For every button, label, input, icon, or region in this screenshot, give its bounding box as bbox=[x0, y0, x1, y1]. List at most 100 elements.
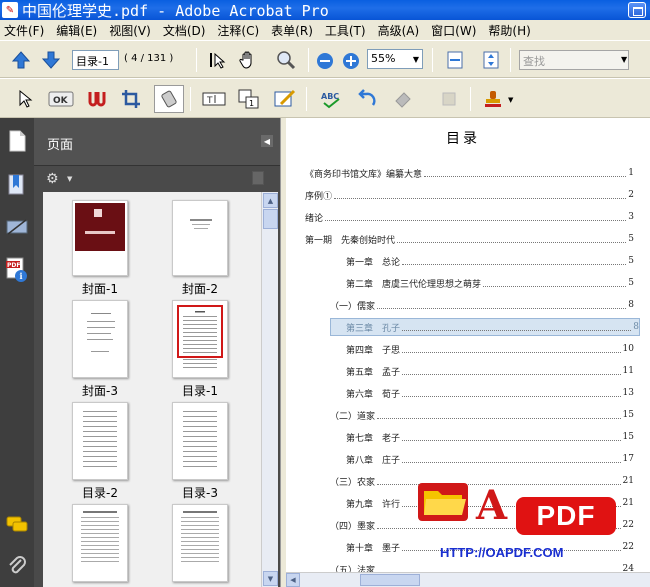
document-view[interactable]: 目录 《商务印书馆文库》编纂大意 1 序例① 2 绪论 3 第一期 先秦创始时代 5 第一章 总… bbox=[286, 118, 650, 587]
toc-label: 序例① bbox=[305, 191, 333, 202]
fit-width-icon[interactable] bbox=[444, 49, 466, 71]
toolbar-separator bbox=[470, 87, 471, 111]
toc-leader bbox=[377, 483, 621, 485]
trash-icon[interactable] bbox=[252, 171, 264, 185]
toc-label: 第一期 先秦创始时代 bbox=[305, 235, 396, 246]
undo-icon[interactable] bbox=[356, 88, 378, 110]
scroll-thumb[interactable] bbox=[263, 209, 278, 229]
page-thumbnail[interactable] bbox=[72, 300, 128, 378]
menu-advanced[interactable]: 高级(A) bbox=[372, 22, 426, 39]
next-page-icon[interactable] bbox=[40, 49, 62, 71]
toc-entry[interactable]: 第八章 庄子 17 bbox=[346, 450, 634, 468]
toc-entry[interactable]: 第九章 许行 21 bbox=[346, 494, 634, 512]
toc-label: （二）道家 bbox=[330, 411, 376, 422]
page-number-input[interactable]: 目录-1 bbox=[72, 50, 119, 70]
thumbnail-label: 目录-3 bbox=[182, 486, 218, 500]
zoom-out-icon[interactable] bbox=[314, 50, 336, 72]
toc-entry[interactable]: （二）道家 15 bbox=[330, 406, 634, 424]
thumbnail-label: 封面-3 bbox=[82, 384, 118, 398]
menu-help[interactable]: 帮助(H) bbox=[482, 22, 536, 39]
form-field-icon[interactable]: 1 bbox=[238, 88, 260, 110]
crop-tool-icon[interactable] bbox=[120, 88, 142, 110]
toc-entry[interactable]: 第五章 孟子 11 bbox=[346, 362, 634, 380]
thumbnail-scrollbar[interactable]: ▲ ▼ bbox=[261, 192, 278, 587]
zoom-tool-icon[interactable] bbox=[275, 49, 297, 71]
select-object-icon[interactable] bbox=[14, 88, 36, 110]
document-hscrollbar[interactable]: ◀ bbox=[286, 572, 650, 587]
page-thumbnail[interactable] bbox=[72, 504, 128, 582]
page-thumbnail-selected[interactable] bbox=[172, 300, 228, 378]
toc-entry[interactable]: 第三章 孔子 8 bbox=[330, 318, 640, 336]
link-tool-icon[interactable] bbox=[86, 88, 108, 110]
menu-comments[interactable]: 注释(C) bbox=[211, 22, 265, 39]
find-input[interactable]: 查找 bbox=[519, 50, 629, 70]
edit-form-icon[interactable] bbox=[274, 88, 296, 110]
zoom-select[interactable]: 55% ▼ bbox=[367, 49, 423, 69]
toc-leader bbox=[334, 197, 627, 199]
toc-entry[interactable]: 第一期 先秦创始时代 5 bbox=[305, 230, 634, 248]
toc-label: 第四章 子思 bbox=[346, 345, 401, 356]
menu-document[interactable]: 文档(D) bbox=[157, 22, 212, 39]
scroll-left-icon[interactable]: ◀ bbox=[286, 573, 300, 587]
stamp-dropdown-icon[interactable]: ▼ bbox=[508, 96, 513, 104]
maximize-button[interactable] bbox=[628, 2, 646, 18]
page-thumbnail[interactable] bbox=[172, 402, 228, 480]
text-field-icon[interactable]: T bbox=[202, 88, 226, 110]
find-dropdown-icon[interactable]: ▼ bbox=[621, 55, 627, 64]
toc-entry[interactable]: 绪论 3 bbox=[305, 208, 634, 226]
toc-label: 第八章 庄子 bbox=[346, 455, 401, 466]
menu-edit[interactable]: 编辑(E) bbox=[50, 22, 103, 39]
menu-view[interactable]: 视图(V) bbox=[103, 22, 157, 39]
tools-toolbar: OK T 1 ABC ▼ bbox=[0, 78, 650, 118]
toc-entry[interactable]: 第一章 总论 5 bbox=[346, 252, 634, 270]
page-thumbnail[interactable] bbox=[172, 504, 228, 582]
menu-file[interactable]: 文件(F) bbox=[0, 22, 50, 39]
spell-check-icon[interactable]: ABC bbox=[320, 88, 342, 110]
toc-entry[interactable]: 第十章 墨子 22 bbox=[346, 538, 634, 556]
ok-button-icon[interactable]: OK bbox=[48, 88, 74, 110]
svg-text:T: T bbox=[206, 96, 213, 106]
attachments-icon[interactable] bbox=[6, 554, 28, 576]
eraser-icon[interactable] bbox=[392, 88, 414, 110]
toolbar-separator bbox=[432, 48, 433, 72]
toc-entry[interactable]: 序例① 2 bbox=[305, 186, 634, 204]
menu-forms[interactable]: 表单(R) bbox=[265, 22, 319, 39]
select-text-icon[interactable] bbox=[205, 49, 227, 71]
comments-icon[interactable] bbox=[6, 514, 28, 536]
toc-entry[interactable]: 第七章 老子 15 bbox=[346, 428, 634, 446]
gear-icon[interactable]: ⚙ bbox=[46, 171, 59, 187]
bookmarks-icon[interactable] bbox=[6, 174, 28, 196]
scroll-thumb[interactable] bbox=[360, 574, 420, 586]
toc-page-number: 5 bbox=[628, 256, 634, 266]
menu-tools[interactable]: 工具(T) bbox=[319, 22, 372, 39]
fit-page-icon[interactable] bbox=[480, 49, 502, 71]
toc-entry[interactable]: 第四章 子思 10 bbox=[346, 340, 634, 358]
chevron-down-icon[interactable]: ▼ bbox=[410, 50, 422, 68]
zoom-in-icon[interactable] bbox=[340, 50, 362, 72]
toc-leader bbox=[424, 175, 627, 177]
toc-entry[interactable]: （一）儒家 8 bbox=[330, 296, 634, 314]
pages-panel-icon[interactable] bbox=[6, 130, 28, 152]
toc-entry[interactable]: 第六章 荀子 13 bbox=[346, 384, 634, 402]
options-dropdown-icon[interactable]: ▼ bbox=[67, 175, 72, 183]
scroll-down-icon[interactable]: ▼ bbox=[263, 571, 278, 586]
page-thumbnail[interactable] bbox=[72, 200, 128, 276]
page-thumbnail[interactable] bbox=[172, 200, 228, 276]
page-count: ( 4 / 131 ) bbox=[124, 53, 174, 64]
stamp-icon[interactable] bbox=[482, 88, 504, 110]
toc-entry[interactable]: 第二章 唐虞三代伦理思想之萌芽 5 bbox=[346, 274, 634, 292]
menu-window[interactable]: 窗口(W) bbox=[425, 22, 482, 39]
pdf-info-icon[interactable]: PDF i bbox=[6, 257, 28, 282]
previous-page-icon[interactable] bbox=[10, 49, 32, 71]
page-thumbnail[interactable] bbox=[72, 402, 128, 480]
signatures-icon[interactable] bbox=[6, 216, 28, 238]
zoom-value: 55% bbox=[371, 52, 396, 65]
touchup-tool-icon[interactable] bbox=[154, 85, 184, 113]
scroll-up-icon[interactable]: ▲ bbox=[263, 193, 278, 208]
toc-entry[interactable]: （四）墨家 22 bbox=[330, 516, 634, 534]
hand-tool-icon[interactable] bbox=[237, 49, 259, 71]
collapse-panel-icon[interactable]: ◀ bbox=[261, 135, 273, 147]
toc-page-number: 22 bbox=[622, 542, 634, 552]
toc-entry[interactable]: 《商务印书馆文库》编纂大意 1 bbox=[305, 164, 634, 182]
toc-entry[interactable]: （三）农家 21 bbox=[330, 472, 634, 490]
